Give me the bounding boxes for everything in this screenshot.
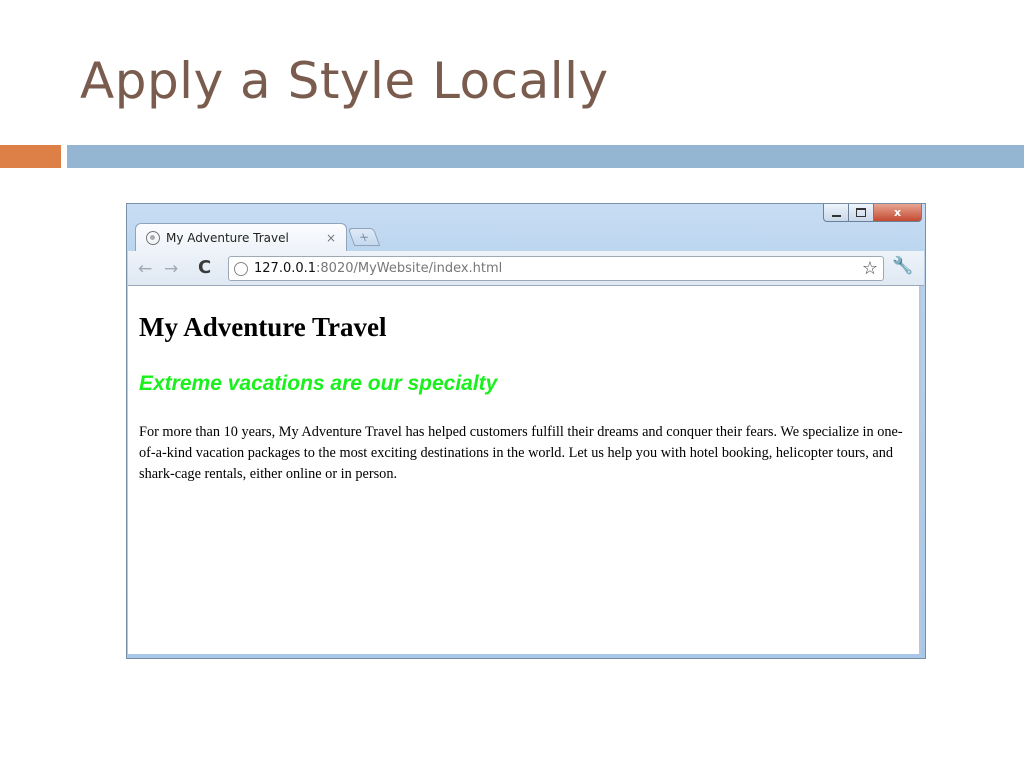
new-tab-button[interactable]: + <box>347 228 381 246</box>
close-icon: x <box>893 206 902 219</box>
page-info-icon[interactable] <box>234 261 248 276</box>
page-heading: My Adventure Travel <box>139 312 387 342</box>
tab-title: My Adventure Travel <box>166 230 289 245</box>
maximize-button[interactable] <box>849 204 874 222</box>
reload-icon[interactable]: C <box>198 257 211 278</box>
wrench-icon[interactable]: 🔧 <box>892 256 913 276</box>
slide-title: Apply a Style Locally <box>80 52 609 110</box>
window-controls: x <box>823 204 922 224</box>
bookmark-star-icon[interactable]: ☆ <box>862 258 878 279</box>
close-window-button[interactable]: x <box>874 204 922 222</box>
tab-close-icon[interactable]: × <box>326 231 336 245</box>
page-paragraph: For more than 10 years, My Adventure Tra… <box>139 424 903 482</box>
url-path: :8020/MyWebsite/index.html <box>316 261 503 276</box>
browser-toolbar: ← → C 127.0.0.1:8020/MyWebsite/index.htm… <box>128 251 924 286</box>
browser-window: x My Adventure Travel × + ← → C 127.0.0.… <box>126 203 926 659</box>
plus-icon: + <box>356 230 372 244</box>
address-bar[interactable]: 127.0.0.1:8020/MyWebsite/index.html ☆ <box>228 256 884 281</box>
back-arrow-icon[interactable]: ← <box>138 259 152 279</box>
url-host: 127.0.0.1 <box>254 261 317 276</box>
accent-bar-orange <box>0 145 61 168</box>
page-viewport: My Adventure Travel Extreme vacations ar… <box>128 286 921 654</box>
maximize-icon <box>856 208 866 217</box>
minimize-icon <box>831 214 841 217</box>
page-subheading: Extreme vacations are our specialty <box>139 372 498 395</box>
minimize-button[interactable] <box>823 204 849 222</box>
browser-tab[interactable]: My Adventure Travel × <box>135 223 347 251</box>
forward-arrow-icon[interactable]: → <box>164 259 178 279</box>
globe-icon <box>146 230 160 245</box>
accent-bar-blue <box>67 145 1024 168</box>
